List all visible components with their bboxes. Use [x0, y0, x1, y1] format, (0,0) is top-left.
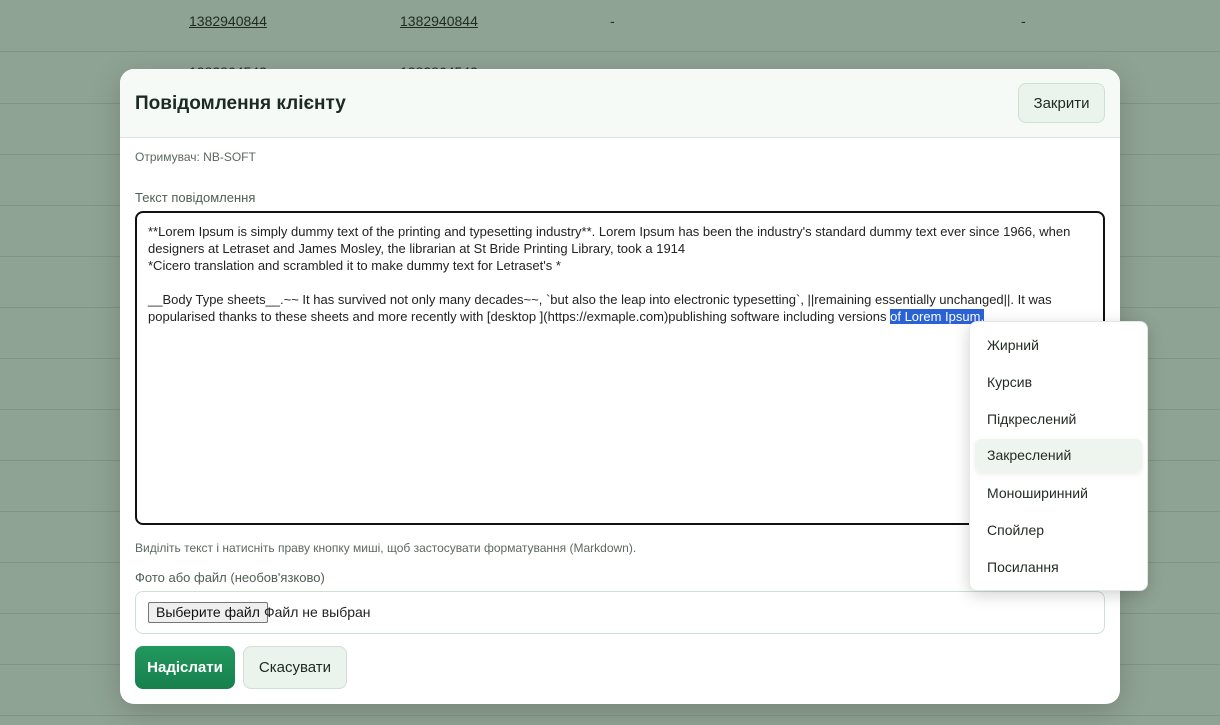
- table-cell-link[interactable]: 1382940844: [189, 13, 267, 29]
- table-cell: -: [1021, 13, 1026, 29]
- menu-item-strikethrough[interactable]: Закреслений: [975, 439, 1142, 472]
- choose-file-button[interactable]: Выберите файл: [148, 602, 268, 623]
- message-textarea[interactable]: **Lorem Ipsum is simply dummy text of th…: [135, 211, 1105, 525]
- formatting-hint: Виділіть текст і натисніть праву кнопку …: [135, 541, 637, 555]
- menu-item-underline[interactable]: Підкреслений: [975, 403, 1142, 436]
- modal-header: Повідомлення клієнту Закрити: [120, 69, 1120, 138]
- menu-item-bold[interactable]: Жирний: [975, 329, 1142, 362]
- menu-item-spoiler[interactable]: Спойлер: [975, 514, 1142, 547]
- formatting-context-menu: Жирний Курсив Підкреслений Закреслений М…: [969, 321, 1148, 591]
- table-cell-link[interactable]: 1382940844: [400, 13, 478, 29]
- modal-title: Повідомлення клієнту: [135, 93, 346, 114]
- file-status: Файл не выбран: [264, 604, 371, 620]
- selected-text: of Lorem Ipsum.: [890, 309, 985, 324]
- table-cell: -: [610, 13, 615, 29]
- file-input-box: Выберите файл Файл не выбран: [135, 591, 1105, 634]
- table-row: 1382940844 1382940844 - -: [0, 0, 1220, 52]
- menu-item-link[interactable]: Посилання: [975, 551, 1142, 584]
- file-label: Фото або файл (необов'язково): [135, 570, 325, 585]
- close-button[interactable]: Закрити: [1018, 83, 1105, 123]
- menu-item-italic[interactable]: Курсив: [975, 366, 1142, 399]
- cancel-button[interactable]: Скасувати: [243, 646, 347, 689]
- message-label: Текст повідомлення: [135, 190, 256, 205]
- send-button[interactable]: Надіслати: [135, 646, 235, 689]
- recipient-text: Отримувач: NB-SOFT: [135, 150, 256, 164]
- menu-item-monospace[interactable]: Моноширинний: [975, 477, 1142, 510]
